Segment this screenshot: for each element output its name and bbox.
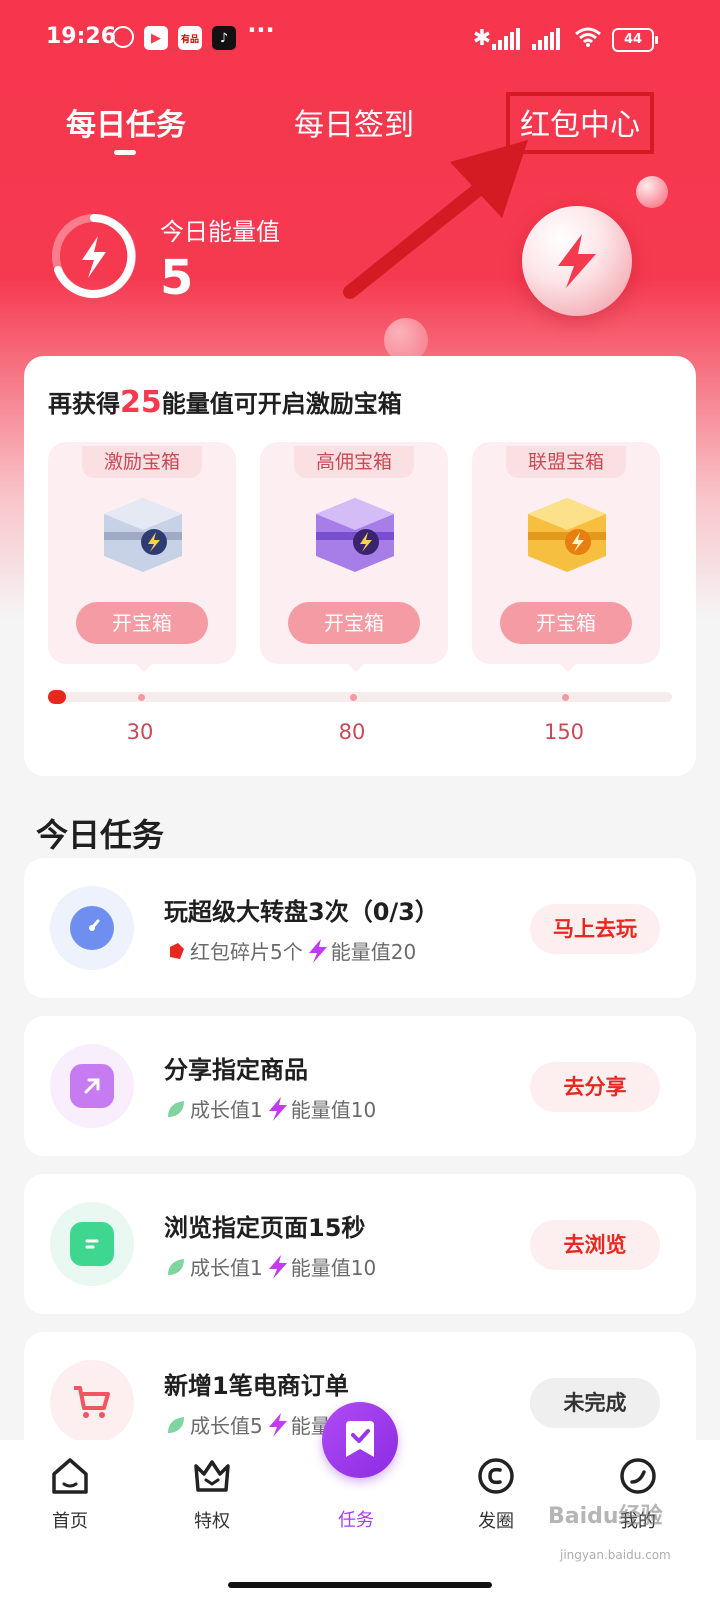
- open-chest-button[interactable]: 开宝箱: [500, 602, 632, 644]
- cart-icon: [70, 1380, 114, 1424]
- task-reward: 成长值1 能量值10: [164, 1252, 376, 1281]
- chest-alliance: 联盟宝箱 开宝箱: [472, 442, 660, 672]
- wheel-icon: [70, 906, 114, 950]
- chest-card-title: 再获得25能量值可开启激励宝箱: [48, 385, 402, 420]
- milestone-label: 80: [338, 720, 366, 744]
- lightning-icon: [268, 1254, 287, 1279]
- nav-label: 任务: [338, 1510, 374, 1531]
- section-title-today-tasks: 今日任务: [36, 816, 165, 854]
- status-bar: 19:26 ▶ 有品 ♪ ··· ✱ 44: [0, 0, 720, 80]
- leaf-icon: [168, 1416, 184, 1433]
- annotation-arrow: [343, 140, 528, 299]
- progress-fill: [48, 690, 66, 704]
- wifi-icon: [575, 27, 601, 47]
- task-center-button[interactable]: [322, 1402, 398, 1478]
- purple-chest-icon: [316, 498, 394, 572]
- task-card: 浏览指定页面15秒 成长值1 能量值10 去浏览: [24, 1174, 696, 1314]
- energy-progress-bar: [48, 690, 672, 704]
- energy-label: 今日能量值: [160, 218, 280, 246]
- task-title: 分享指定商品: [164, 1056, 308, 1084]
- nav-home[interactable]: 首页: [20, 1454, 120, 1533]
- nav-moments[interactable]: 发圈: [446, 1454, 546, 1533]
- lightning-icon: [308, 938, 327, 963]
- tab-active-indicator: [114, 150, 136, 155]
- task-icon-wrap: [50, 1202, 134, 1286]
- task-icon-wrap: [50, 1360, 134, 1444]
- milestone-label: 30: [126, 720, 154, 744]
- tab-daily-tasks[interactable]: 每日任务: [66, 100, 186, 144]
- chest-pointer: [348, 664, 364, 672]
- chest-name: 联盟宝箱: [506, 446, 626, 478]
- leaf-icon: [168, 1258, 184, 1275]
- decorative-bubble: [636, 176, 668, 208]
- task-icon-wrap: [50, 886, 134, 970]
- more-notifications-icon: ···: [247, 16, 275, 44]
- nav-label: 发圈: [478, 1511, 514, 1532]
- profile-icon: [620, 1458, 656, 1494]
- share-button[interactable]: 去分享: [530, 1062, 660, 1112]
- battery-icon: 44: [612, 28, 658, 52]
- shop-app-icon: 有品: [178, 26, 202, 50]
- chest-incentive: 激励宝箱 开宝箱: [48, 442, 236, 672]
- bluetooth-icon: ✱: [472, 25, 492, 51]
- red-packet-icon: [170, 942, 184, 959]
- browse-button[interactable]: 去浏览: [530, 1220, 660, 1270]
- play-now-button[interactable]: 马上去玩: [530, 904, 660, 954]
- chest-name: 高佣宝箱: [294, 446, 414, 478]
- leaf-icon: [168, 1100, 184, 1117]
- task-reward: 成长值1 能量值10: [164, 1094, 376, 1123]
- tiktok-icon: ♪: [212, 26, 236, 50]
- milestone-dot: [138, 694, 145, 701]
- energy-value: 5: [160, 250, 194, 306]
- alarm-icon: [112, 26, 134, 48]
- lightning-icon: [268, 1096, 287, 1121]
- signal-icon: [532, 28, 560, 50]
- chest-card: 再获得25能量值可开启激励宝箱 激励宝箱 开宝箱 高佣宝箱 开宝箱 联盟宝箱 开…: [24, 356, 696, 776]
- crown-icon: [194, 1460, 230, 1492]
- task-card: 分享指定商品 成长值1 能量值10 去分享: [24, 1016, 696, 1156]
- status-time: 19:26: [46, 24, 117, 49]
- watermark: Baidu经验: [548, 1504, 663, 1529]
- nav-label: 首页: [52, 1511, 88, 1532]
- task-title: 玩超级大转盘3次（0/3）: [164, 898, 439, 926]
- circle-icon: [478, 1458, 514, 1494]
- document-icon: [70, 1222, 114, 1266]
- milestone-label: 150: [543, 720, 585, 744]
- task-title: 新增1笔电商订单: [164, 1372, 349, 1400]
- open-chest-button[interactable]: 开宝箱: [76, 602, 208, 644]
- task-icon: [346, 1421, 374, 1457]
- nav-tasks[interactable]: 任务: [306, 1506, 406, 1532]
- milestone-dot: [350, 694, 357, 701]
- gold-chest-icon: [528, 498, 606, 572]
- lightning-icon: [268, 1412, 287, 1437]
- chest-name: 激励宝箱: [82, 446, 202, 478]
- home-icon: [52, 1458, 88, 1494]
- nav-privileges[interactable]: 特权: [162, 1454, 262, 1533]
- task-icon-wrap: [50, 1044, 134, 1128]
- chest-pointer: [560, 664, 576, 672]
- chest-high-commission: 高佣宝箱 开宝箱: [260, 442, 448, 672]
- energy-ring-icon: [52, 214, 136, 298]
- signal-icon: [492, 28, 520, 50]
- task-card: 玩超级大转盘3次（0/3） 红包碎片5个 能量值20 马上去玩: [24, 858, 696, 998]
- incomplete-status-button[interactable]: 未完成: [530, 1378, 660, 1428]
- home-indicator[interactable]: [228, 1582, 492, 1588]
- task-title: 浏览指定页面15秒: [164, 1214, 366, 1242]
- share-icon: [70, 1064, 114, 1108]
- video-app-icon: ▶: [144, 26, 168, 50]
- chest-pointer: [136, 664, 152, 672]
- task-reward: 红包碎片5个 能量值20: [164, 936, 416, 965]
- silver-chest-icon: [104, 498, 182, 572]
- energy-ball-icon: [522, 206, 632, 316]
- nav-label: 特权: [194, 1511, 230, 1532]
- milestone-dot: [562, 694, 569, 701]
- open-chest-button[interactable]: 开宝箱: [288, 602, 420, 644]
- watermark-url: jingyan.baidu.com: [560, 1548, 671, 1562]
